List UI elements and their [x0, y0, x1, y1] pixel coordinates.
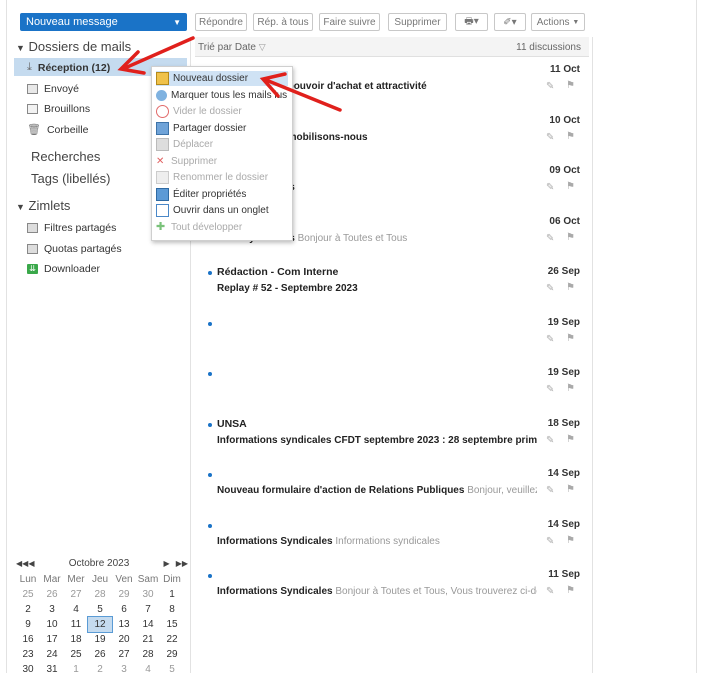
annotation-arrows [117, 36, 342, 112]
red-arrow-icon [117, 36, 195, 75]
red-arrow-icon [259, 72, 342, 112]
